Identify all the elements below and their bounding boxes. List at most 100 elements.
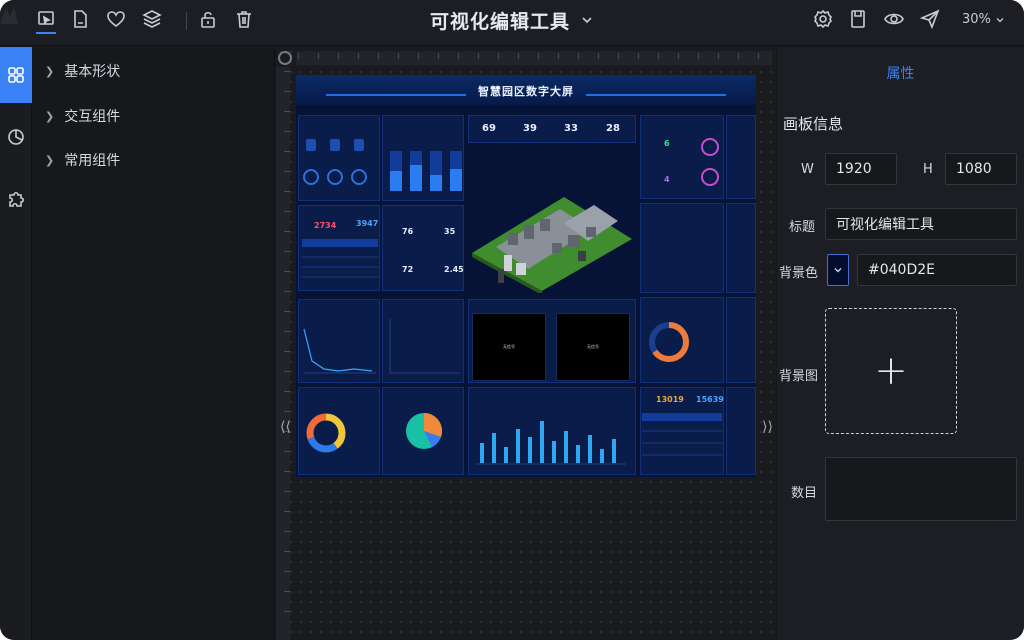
- preview-metric: 3947: [356, 219, 379, 228]
- title-dropdown[interactable]: 可视化编辑工具: [430, 5, 594, 35]
- grid-icon: [8, 67, 24, 83]
- video-label: 无信号: [503, 344, 515, 349]
- ruler-tick: [678, 53, 679, 59]
- component-panel: ❯ 基本形状 ❯ 交互组件 ❯ 常用组件: [33, 47, 275, 640]
- ruler-tick: [718, 53, 719, 59]
- ruler-tick: [338, 53, 339, 59]
- chevron-right-icon: ❯: [45, 153, 55, 167]
- chevron-right-icon: ❯: [45, 64, 55, 78]
- ruler-tick: [284, 571, 290, 572]
- eye-icon[interactable]: [881, 6, 907, 32]
- ruler-tick: [284, 311, 290, 312]
- preview-bar-chart: [476, 421, 626, 465]
- ruler-tick: [284, 371, 290, 372]
- toolbar-divider: [186, 12, 187, 30]
- width-input[interactable]: 1920: [825, 153, 897, 185]
- collapse-left-icon[interactable]: ⟨⟨: [280, 419, 291, 435]
- rail-item-plugins[interactable]: [0, 171, 32, 227]
- preview-list: [642, 413, 722, 456]
- preview-table: [302, 239, 378, 278]
- plus-icon: +: [874, 348, 908, 394]
- preview-stat: 69: [482, 123, 496, 134]
- preview-axis: [389, 319, 460, 374]
- ruler-tick: [284, 331, 290, 332]
- rail-item-components[interactable]: [0, 47, 32, 103]
- file-icon[interactable]: [67, 6, 93, 32]
- ruler-tick: [284, 251, 290, 252]
- preview-stat: 28: [606, 123, 620, 134]
- ruler-toggle-icon[interactable]: [278, 51, 292, 65]
- ruler-tick: [284, 91, 290, 92]
- bg-image-upload[interactable]: +: [825, 308, 957, 434]
- preview-panel: [640, 203, 724, 293]
- ruler-tick: [298, 53, 299, 59]
- width-label: W: [801, 162, 814, 177]
- component-group-label: 交互组件: [64, 109, 121, 125]
- preview-level-bars: [390, 151, 462, 191]
- ruler-tick: [284, 131, 290, 132]
- canvas-screen-preview[interactable]: 智慧园区数字大屏 69 39 33 28 6 4 2734 3947 76 35…: [296, 75, 756, 477]
- ruler-tick: [284, 591, 290, 592]
- collapse-right-icon[interactable]: ⟩⟩: [762, 419, 773, 435]
- canvas-area[interactable]: ⟨⟨ ⟩⟩ 智慧园区数字大屏 69 39 33 28 6 4 2734 3947…: [276, 47, 776, 640]
- ruler-vertical: [276, 67, 290, 640]
- ruler-tick: [358, 53, 359, 59]
- chart-pie-icon: [8, 129, 24, 145]
- preview-donut: [649, 322, 689, 362]
- zoom-select[interactable]: 30%: [962, 12, 1005, 27]
- component-group-interactive[interactable]: ❯ 交互组件: [45, 104, 120, 128]
- chevron-down-icon: [582, 17, 592, 24]
- preview-frame-icon[interactable]: [33, 6, 59, 32]
- ruler-tick: [438, 53, 439, 59]
- preview-metric: 15639: [696, 395, 724, 404]
- unlock-icon[interactable]: [195, 6, 221, 32]
- component-group-common[interactable]: ❯ 常用组件: [45, 148, 120, 172]
- chevron-down-icon: [834, 268, 842, 273]
- preview-ring-chart: [306, 413, 346, 453]
- ruler-tick: [284, 451, 290, 452]
- title-input[interactable]: 可视化编辑工具: [825, 208, 1017, 240]
- count-textarea[interactable]: [825, 457, 1017, 521]
- ruler-tick: [284, 611, 290, 612]
- save-icon[interactable]: [845, 6, 871, 32]
- tab-properties[interactable]: 属性: [777, 63, 1024, 83]
- preview-rings: [701, 138, 719, 186]
- bg-color-input[interactable]: #040D2E: [857, 254, 1017, 286]
- ruler-tick: [638, 53, 639, 59]
- component-group-basic-shapes[interactable]: ❯ 基本形状: [45, 59, 120, 83]
- ruler-tick: [284, 291, 290, 292]
- ruler-tick: [284, 111, 290, 112]
- top-toolbar: 可视化编辑工具 30%: [0, 0, 1024, 46]
- preview-panel: [726, 115, 756, 199]
- preview-title: 智慧园区数字大屏: [478, 85, 574, 98]
- send-icon[interactable]: [917, 6, 943, 32]
- preview-metric: 76: [402, 227, 414, 236]
- preview-temp: 6: [664, 139, 670, 148]
- title-label: 标题: [789, 220, 816, 235]
- bg-color-swatch[interactable]: [827, 254, 849, 286]
- ruler-tick: [284, 491, 290, 492]
- preview-metric: 13019: [656, 395, 684, 404]
- ruler-tick: [558, 53, 559, 59]
- video-label: 无信号: [587, 344, 599, 349]
- app-title: 可视化编辑工具: [430, 10, 571, 33]
- preview-stat: 39: [523, 123, 537, 134]
- ruler-tick: [284, 411, 290, 412]
- ruler-tick: [578, 53, 579, 59]
- trash-icon[interactable]: [231, 6, 257, 32]
- preview-3d-park-image: [472, 197, 632, 293]
- height-input[interactable]: 1080: [945, 153, 1017, 185]
- heart-icon[interactable]: [103, 6, 129, 32]
- bg-color-label: 背景色: [779, 266, 819, 281]
- preview-temp: 4: [664, 175, 670, 184]
- chevron-right-icon: ❯: [45, 109, 55, 123]
- preview-metric: 35: [444, 227, 456, 236]
- ruler-tick: [598, 53, 599, 59]
- preview-panel: [382, 205, 464, 291]
- gear-icon[interactable]: [810, 6, 836, 32]
- rail-item-charts[interactable]: [0, 109, 32, 165]
- count-label: 数目: [791, 486, 818, 501]
- layers-icon[interactable]: [139, 6, 165, 32]
- ruler-tick: [618, 53, 619, 59]
- properties-panel: 属性 画板信息 W 1920 H 1080 标题 可视化编辑工具 背景色 #04…: [777, 47, 1024, 640]
